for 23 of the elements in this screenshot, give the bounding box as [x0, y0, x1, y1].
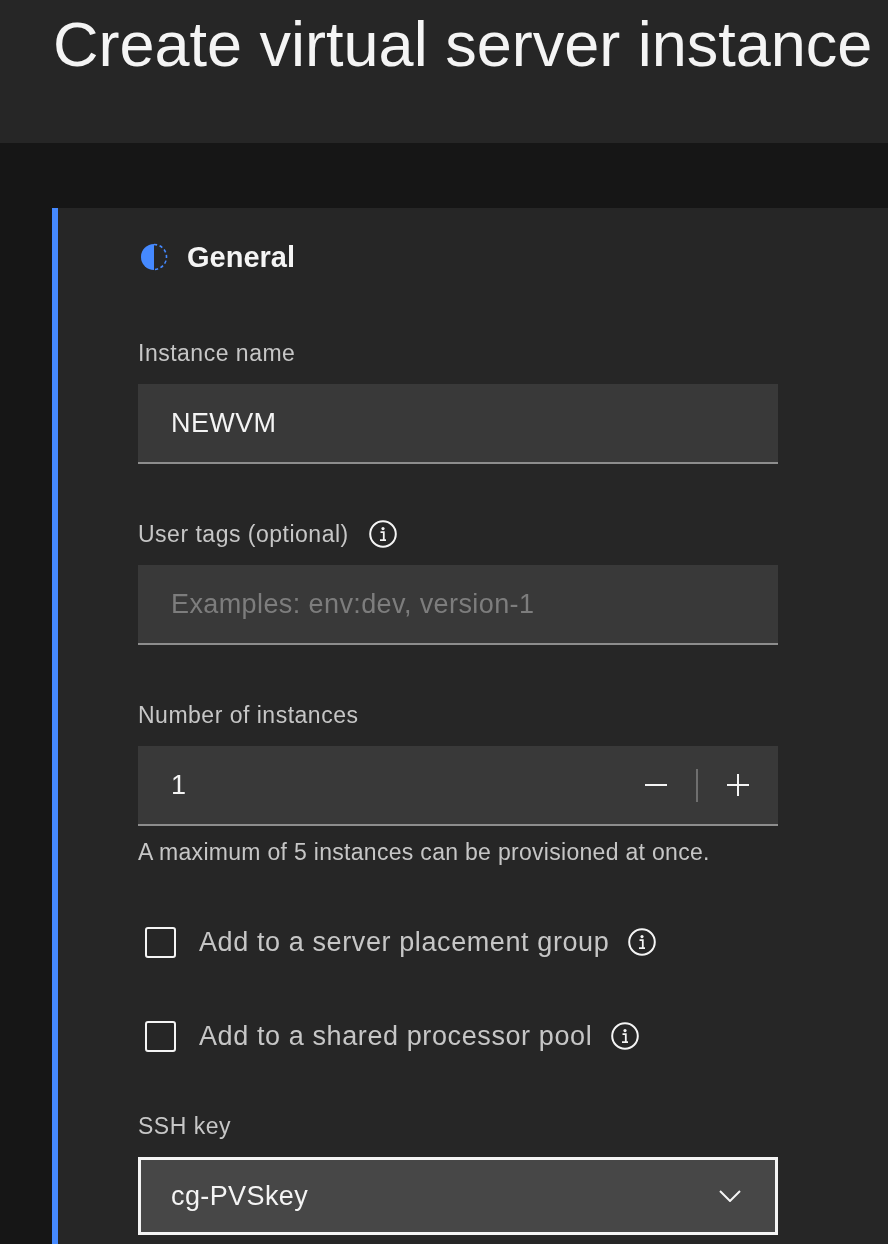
input-field[interactable]: Examples: env:dev, version-1 [138, 565, 778, 645]
section-title: General [187, 242, 295, 272]
info-icon[interactable] [611, 1022, 640, 1050]
checkbox-label[interactable]: Add to a server placement group [199, 926, 610, 958]
checkbox-label[interactable]: Add to a shared processor pool [199, 1020, 593, 1052]
field-label: SSH key [138, 1112, 231, 1141]
checkbox[interactable] [145, 1020, 176, 1052]
half-filled-circle-icon [140, 243, 168, 271]
helper-text: A maximum of 5 instances can be provisioned at once. [138, 838, 711, 867]
info-icon[interactable] [368, 520, 397, 548]
field-label: Instance name [138, 339, 296, 368]
minus-icon [645, 784, 667, 786]
number-value-input[interactable]: 1 [138, 746, 616, 824]
field-label: User tags (optional) [138, 520, 349, 549]
chevron-down-icon [719, 1190, 741, 1202]
dropdown[interactable]: cg-PVSkey [138, 1157, 778, 1235]
page-title: Create virtual server instance [53, 13, 873, 76]
input-field[interactable]: NEWVM [138, 384, 778, 464]
plus-icon [727, 774, 749, 796]
checkbox[interactable] [145, 926, 176, 958]
info-icon[interactable] [628, 928, 657, 956]
number-field[interactable]: 1 [138, 746, 778, 826]
field-label: Number of instances [138, 701, 359, 730]
